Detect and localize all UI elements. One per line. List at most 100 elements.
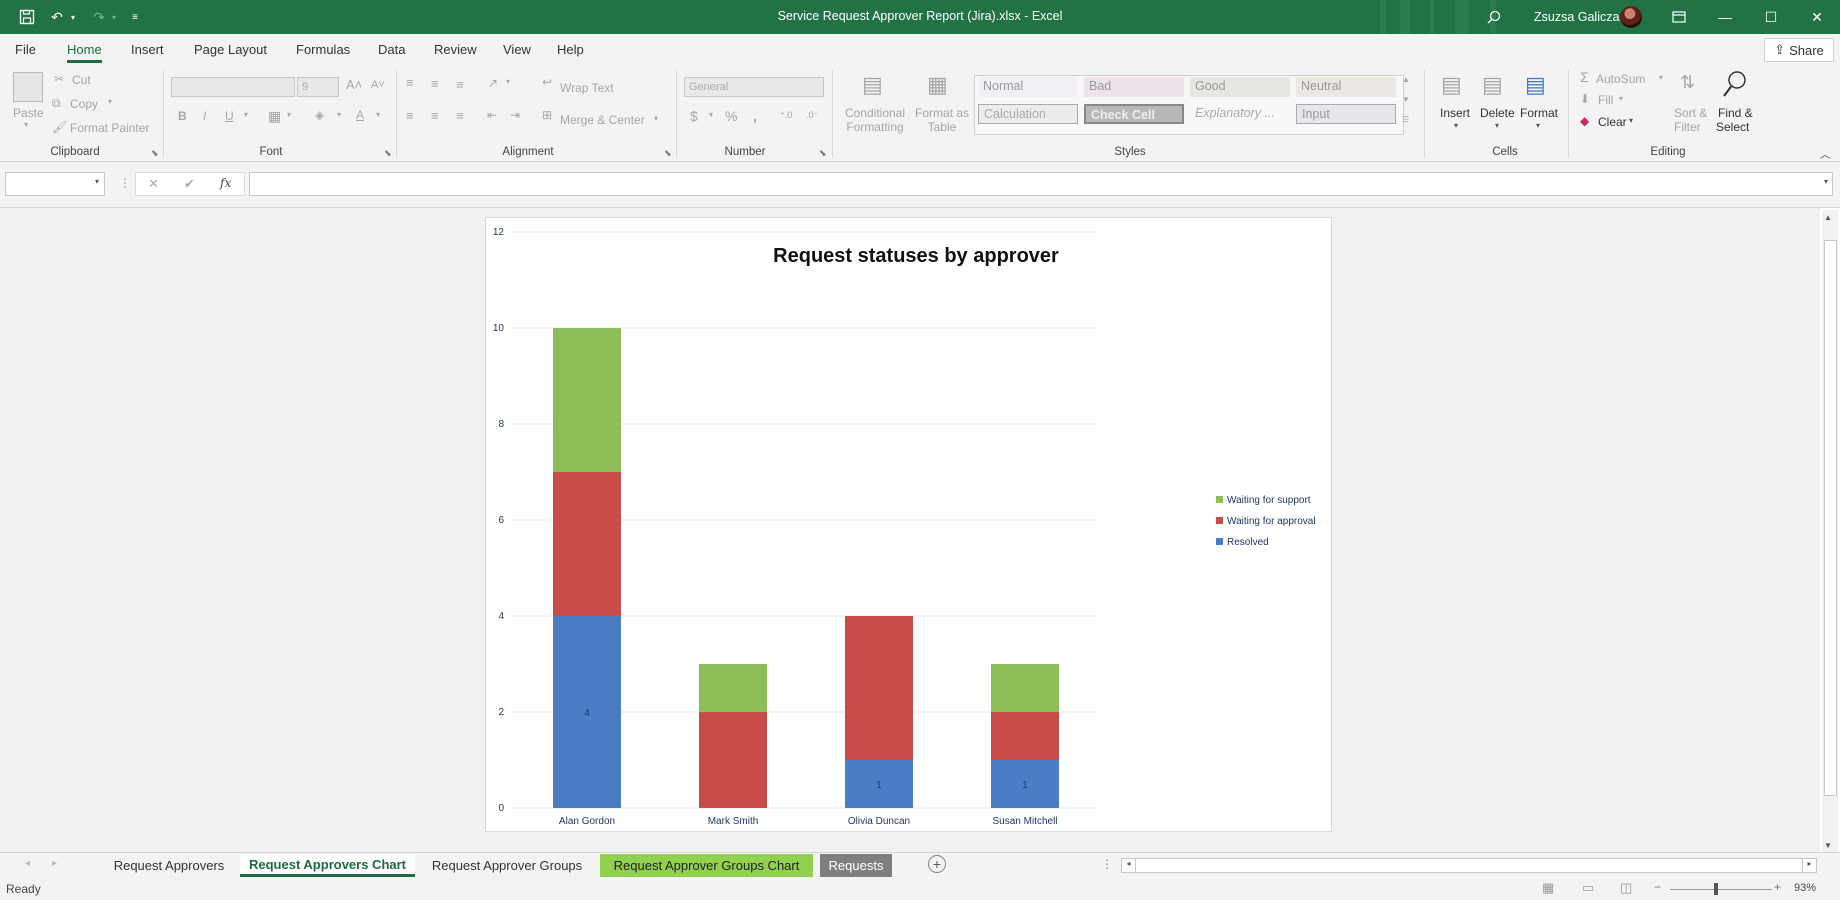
share-button[interactable]: ⇪ Share <box>1764 38 1834 62</box>
chevron-down-icon[interactable]: ▾ <box>1659 73 1663 82</box>
increase-font-icon[interactable]: A˄ <box>346 77 362 92</box>
conditional-formatting-label-2[interactable]: Formatting <box>843 120 907 134</box>
sort-filter-label[interactable]: Sort & <box>1674 106 1707 120</box>
scroll-right-icon[interactable]: ▸ <box>1802 859 1816 872</box>
insert-function-icon[interactable]: fx <box>220 176 231 190</box>
format-as-table-label-2[interactable]: Table <box>914 120 970 134</box>
customize-toolbar-icon[interactable]: ≡ <box>126 0 144 34</box>
style-good[interactable]: Good <box>1190 77 1290 97</box>
increase-indent-icon[interactable]: ⇥ <box>510 108 520 122</box>
maximize-icon[interactable]: ☐ <box>1748 0 1794 34</box>
tab-data[interactable]: Data <box>378 42 405 57</box>
save-icon[interactable] <box>14 0 40 34</box>
fill-color-icon[interactable]: ◈ <box>315 108 324 122</box>
scroll-up-icon[interactable]: ▲ <box>1824 213 1832 222</box>
tab-home[interactable]: Home <box>67 42 102 63</box>
format-button[interactable]: Format <box>1520 106 1558 120</box>
insert-button[interactable]: Insert <box>1440 106 1470 120</box>
percent-icon[interactable]: % <box>725 108 737 124</box>
paste-button[interactable]: Paste <box>13 106 44 120</box>
horizontal-scrollbar[interactable]: ◂ ▸ <box>1121 858 1817 873</box>
sheet-tab-requests[interactable]: Requests <box>820 854 892 877</box>
autosum-button[interactable]: AutoSum <box>1596 72 1645 86</box>
page-layout-view-icon[interactable]: ▭ <box>1582 880 1594 896</box>
dialog-launcher-icon[interactable]: ⬊ <box>819 148 827 159</box>
add-sheet-icon[interactable]: + <box>928 855 946 873</box>
chevron-down-icon[interactable]: ▾ <box>244 110 248 119</box>
style-normal[interactable]: Normal <box>978 77 1078 97</box>
vertical-scroll-thumb[interactable] <box>1824 240 1837 796</box>
formula-input[interactable]: ▾ <box>249 172 1833 196</box>
decrease-decimal-icon[interactable]: .0⁻ <box>806 110 818 121</box>
format-as-table-label[interactable]: Format as <box>914 106 970 120</box>
chevron-down-icon[interactable]: ▾ <box>108 0 120 34</box>
chevron-down-icon[interactable]: ▾ <box>654 114 658 123</box>
style-bad[interactable]: Bad <box>1084 77 1184 97</box>
chevron-down-icon[interactable]: ▾ <box>1536 121 1540 130</box>
orientation-icon[interactable]: ↗ <box>488 76 498 90</box>
expand-formula-icon[interactable]: ▾ <box>1824 177 1828 186</box>
chevron-down-icon[interactable]: ▾ <box>67 0 79 34</box>
cancel-icon[interactable]: ✕ <box>148 176 159 192</box>
clear-button[interactable]: Clear <box>1598 115 1627 129</box>
align-right-icon[interactable]: ≡ <box>456 108 464 123</box>
font-color-icon[interactable]: A <box>356 108 364 122</box>
stacked-bar-chart[interactable]: 0 2 4 6 8 10 12 Request statuses by approver 4 Al… <box>486 218 1333 833</box>
user-name[interactable]: Zsuzsa Galicza <box>1534 10 1619 24</box>
find-select-label-2[interactable]: Select <box>1716 120 1749 134</box>
decrease-font-icon[interactable]: A˅ <box>371 79 385 91</box>
style-neutral[interactable]: Neutral <box>1296 77 1396 97</box>
comma-style-icon[interactable]: , <box>753 108 757 124</box>
sheet-tab-request-approver-groups[interactable]: Request Approver Groups <box>419 854 595 877</box>
chevron-down-icon[interactable]: ▾ <box>709 110 713 119</box>
chevron-down-icon[interactable]: ▾ <box>1495 121 1499 130</box>
normal-view-icon[interactable]: ▦ <box>1542 880 1554 896</box>
chevron-down-icon[interactable]: ▾ <box>95 177 99 186</box>
italic-icon[interactable]: I <box>203 109 206 123</box>
gallery-down-icon[interactable]: ▼ <box>1402 95 1410 104</box>
font-name-combo[interactable] <box>171 77 295 97</box>
align-bottom-icon[interactable]: ≡ <box>456 77 464 92</box>
decrease-indent-icon[interactable]: ⇤ <box>487 108 497 122</box>
zoom-slider[interactable] <box>1670 889 1772 890</box>
align-middle-icon[interactable]: ≡ <box>431 76 439 91</box>
style-explanatory[interactable]: Explanatory ... <box>1190 104 1290 124</box>
style-calculation[interactable]: Calculation <box>978 104 1078 124</box>
tab-formulas[interactable]: Formulas <box>296 42 350 57</box>
tab-page-layout[interactable]: Page Layout <box>194 42 267 57</box>
wrap-text-button[interactable]: Wrap Text <box>560 81 614 95</box>
zoom-out-icon[interactable]: − <box>1654 880 1661 894</box>
sheet-tab-request-approvers[interactable]: Request Approvers <box>102 854 236 877</box>
zoom-in-icon[interactable]: + <box>1774 880 1781 894</box>
chevron-down-icon[interactable]: ▾ <box>376 110 380 119</box>
number-format-combo[interactable]: General <box>684 77 824 97</box>
scroll-right-icon[interactable]: ▸ <box>52 858 57 869</box>
find-select-label[interactable]: Find & <box>1718 106 1753 120</box>
zoom-level[interactable]: 93% <box>1794 882 1816 894</box>
sheet-tab-request-approver-groups-chart[interactable]: Request Approver Groups Chart <box>600 854 813 877</box>
paste-icon[interactable] <box>13 72 43 102</box>
avatar[interactable] <box>1620 6 1642 28</box>
tab-view[interactable]: View <box>503 42 531 57</box>
increase-decimal-icon[interactable]: ⁺.0 <box>780 110 792 121</box>
undo-icon[interactable]: ↶ <box>46 0 68 34</box>
enter-icon[interactable]: ✔ <box>184 176 195 192</box>
format-painter-button[interactable]: Format Painter <box>70 121 149 135</box>
currency-icon[interactable]: $ <box>690 108 698 124</box>
search-icon[interactable] <box>1482 0 1506 34</box>
scroll-left-icon[interactable]: ◂ <box>1122 859 1136 872</box>
dialog-launcher-icon[interactable]: ⬊ <box>151 148 159 159</box>
chevron-down-icon[interactable]: ▾ <box>108 97 112 106</box>
collapse-ribbon-icon[interactable]: ︿ <box>1820 146 1830 161</box>
chevron-down-icon[interactable]: ▾ <box>1629 116 1633 125</box>
splitter-icon[interactable]: ⋮ <box>1101 857 1113 871</box>
dialog-launcher-icon[interactable]: ⬊ <box>664 148 672 159</box>
style-input[interactable]: Input <box>1296 104 1396 124</box>
chevron-down-icon[interactable]: ▾ <box>337 110 341 119</box>
conditional-formatting-label[interactable]: Conditional <box>843 106 907 120</box>
chevron-down-icon[interactable]: ▾ <box>287 110 291 119</box>
scroll-down-icon[interactable]: ▼ <box>1824 841 1832 850</box>
borders-icon[interactable]: ▦ <box>268 108 281 125</box>
fill-button[interactable]: Fill <box>1598 93 1613 107</box>
horizontal-scroll-thumb[interactable] <box>1136 859 1776 872</box>
